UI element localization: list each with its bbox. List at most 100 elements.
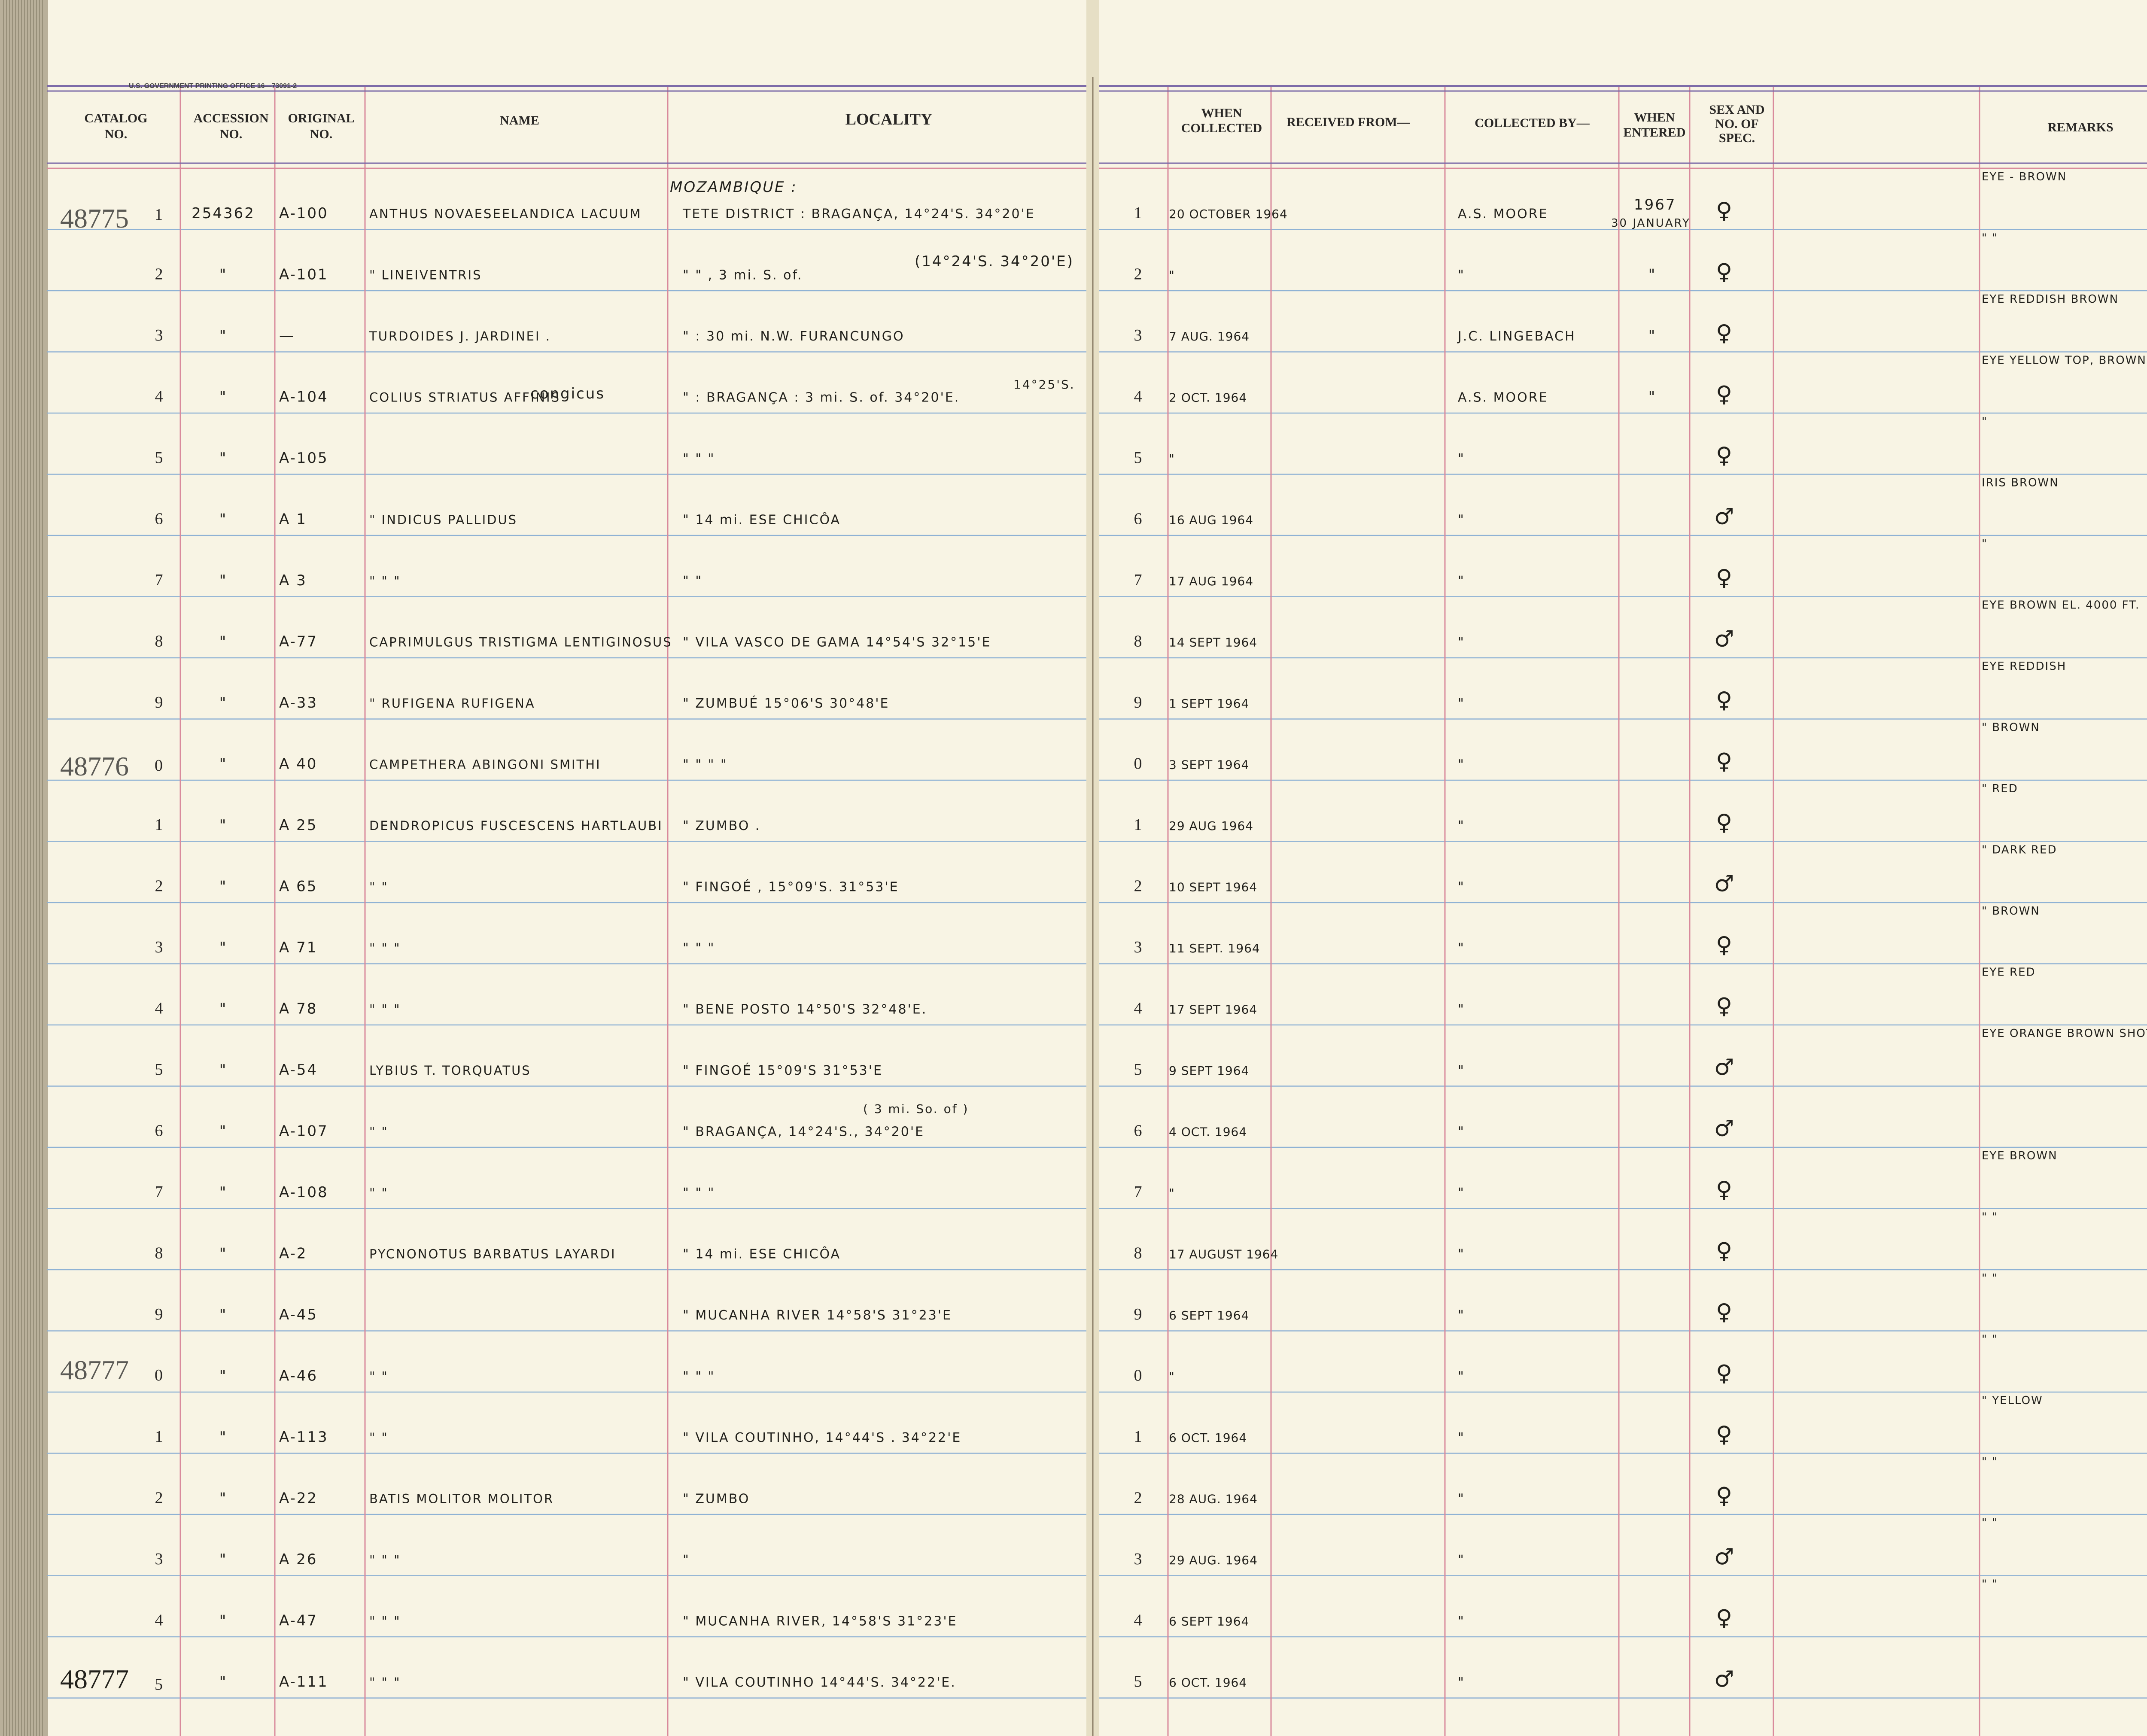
original-number: A-46	[279, 1368, 318, 1385]
specimen-name: PYCNONOTUS BARBATUS LAYARDI	[369, 1247, 616, 1262]
date-collected: 28 AUG. 1964	[1169, 1492, 1258, 1506]
row-digit: 3	[1134, 326, 1142, 344]
date-collected: 14 SEPT 1964	[1169, 635, 1257, 650]
catalog-number: 5	[155, 1061, 163, 1079]
remarks: " DARK RED	[1982, 844, 2057, 857]
accession-number: "	[219, 389, 228, 406]
date-collected: 20 OCTOBER 1964	[1169, 207, 1288, 221]
date-collected: 9 SEPT 1964	[1169, 1064, 1249, 1078]
collected-by: "	[1458, 1308, 1465, 1323]
catalog-stamp-digit: 0	[155, 757, 163, 775]
specimen-name: " "	[369, 1186, 389, 1200]
header-sex-1: SEX AND	[1709, 103, 1764, 117]
row-digit: 1	[1134, 204, 1142, 222]
accession-number: "	[219, 878, 228, 895]
original-number: A-111	[279, 1673, 328, 1690]
locality: " " "	[683, 941, 715, 956]
remarks: EYE - BROWN	[1982, 170, 2067, 183]
collected-by: "	[1458, 1063, 1465, 1078]
collected-by: "	[1458, 513, 1465, 528]
date-collected: 10 SEPT 1964	[1169, 880, 1257, 894]
accession-number: "	[219, 1673, 228, 1690]
header-locality: LOCALITY	[845, 110, 933, 128]
specimen-name: " LINEIVENTRIS	[369, 268, 482, 283]
locality: " " "	[683, 1369, 715, 1384]
date-collected: 6 SEPT 1964	[1169, 1614, 1249, 1629]
date-collected: 4 OCT. 1964	[1169, 1125, 1247, 1139]
row-digit: 3	[1134, 1550, 1142, 1568]
accession-number: "	[219, 1061, 228, 1079]
original-number: A-45	[279, 1306, 318, 1323]
collected-by: "	[1458, 1430, 1465, 1445]
accession-number: "	[219, 939, 228, 956]
locality: " MUCANHA RIVER 14°58'S 31°23'E	[683, 1308, 952, 1323]
sex-symbol: ♀	[1716, 565, 1732, 591]
remarks: EYE ORANGE BROWN SHOT w A-108	[1982, 1027, 2147, 1040]
when-entered: "	[1648, 266, 1657, 283]
catalog-number: 2	[155, 1489, 163, 1507]
row-digit: 4	[1134, 388, 1142, 406]
catalog-number: 7	[155, 1183, 163, 1201]
collected-by: A.S. MOORE	[1458, 207, 1548, 222]
sex-symbol: ♂	[1714, 504, 1734, 530]
accession-number: "	[219, 694, 228, 711]
accession-number: "	[219, 511, 228, 528]
original-number: A 26	[279, 1551, 317, 1568]
specimen-name: " " "	[369, 1675, 401, 1690]
collected-by: "	[1458, 1614, 1465, 1629]
catalog-number: 8	[155, 632, 163, 651]
row-digit: 5	[1134, 1672, 1142, 1690]
sex-symbol: ♂	[1714, 1544, 1734, 1570]
specimen-name: LYBIUS T. TORQUATUS	[369, 1063, 531, 1078]
accession-number: "	[219, 572, 228, 589]
sex-symbol: ♂	[1714, 1116, 1734, 1142]
header-remarks: REMARKS	[2047, 120, 2113, 134]
row-digit: 2	[1134, 1489, 1142, 1507]
row-digit: 5	[1134, 449, 1142, 467]
when-entered: "	[1648, 389, 1657, 406]
catalog-number: 7	[155, 571, 163, 589]
collected-by: "	[1458, 941, 1465, 956]
locality: " : 30 mi. N.W. FURANCUNGO	[683, 329, 905, 344]
locality: " VILA VASCO DE GAMA 14°54'S 32°15'E	[683, 635, 991, 650]
specimen-name: " "	[369, 880, 389, 894]
date-collected: 29 AUG. 1964	[1169, 1553, 1258, 1567]
date-collected: 7 AUG. 1964	[1169, 329, 1250, 344]
header-original-2: NO.	[310, 127, 333, 141]
locality: " " , 3 mi. S. of.	[683, 268, 803, 283]
catalog-stamp-number: 48777	[60, 1664, 129, 1694]
date-collected: "	[1169, 1186, 1175, 1200]
original-number: A 40	[279, 756, 317, 773]
row-digit: 6	[1134, 1122, 1142, 1140]
row-digit: 5	[1134, 1061, 1142, 1079]
original-number: A-113	[279, 1429, 328, 1446]
catalog-number: 2	[155, 265, 163, 283]
entered-date: 30 JANUARY	[1611, 217, 1691, 230]
catalog-stamp-number: 48777	[60, 1355, 129, 1385]
sex-symbol: ♀	[1716, 932, 1732, 958]
specimen-name: TURDOIDES J. JARDINEI .	[369, 329, 551, 344]
collected-by: "	[1458, 1002, 1465, 1017]
remarks: " "	[1982, 232, 1998, 245]
remarks: EYE BROWN	[1982, 1149, 2058, 1162]
catalog-stamp-number: 48776	[60, 751, 129, 781]
collected-by: "	[1458, 757, 1465, 772]
row-digit: 0	[1134, 755, 1142, 773]
specimen-name: " " "	[369, 574, 401, 588]
original-number: A-108	[279, 1184, 328, 1201]
accession-number: "	[219, 1490, 228, 1507]
remarks: EYE RED	[1982, 966, 2036, 979]
original-number: A-104	[279, 389, 328, 406]
locality: " BENE POSTO 14°50'S 32°48'E.	[683, 1002, 927, 1017]
sex-symbol: ♀	[1716, 320, 1732, 346]
accession-number: 254362	[192, 205, 255, 222]
collected-by: "	[1458, 1247, 1465, 1262]
row-digit: 7	[1134, 1183, 1142, 1201]
catalog-number: 5	[155, 449, 163, 467]
header-catalog-2: NO.	[105, 127, 128, 141]
locality: "	[683, 1553, 690, 1568]
row-digit: 4	[1134, 1000, 1142, 1018]
specimen-name: " " "	[369, 1614, 401, 1629]
row-digit: 8	[1134, 632, 1142, 651]
locality: " FINGOÉ 15°09'S 31°53'E	[683, 1063, 883, 1078]
